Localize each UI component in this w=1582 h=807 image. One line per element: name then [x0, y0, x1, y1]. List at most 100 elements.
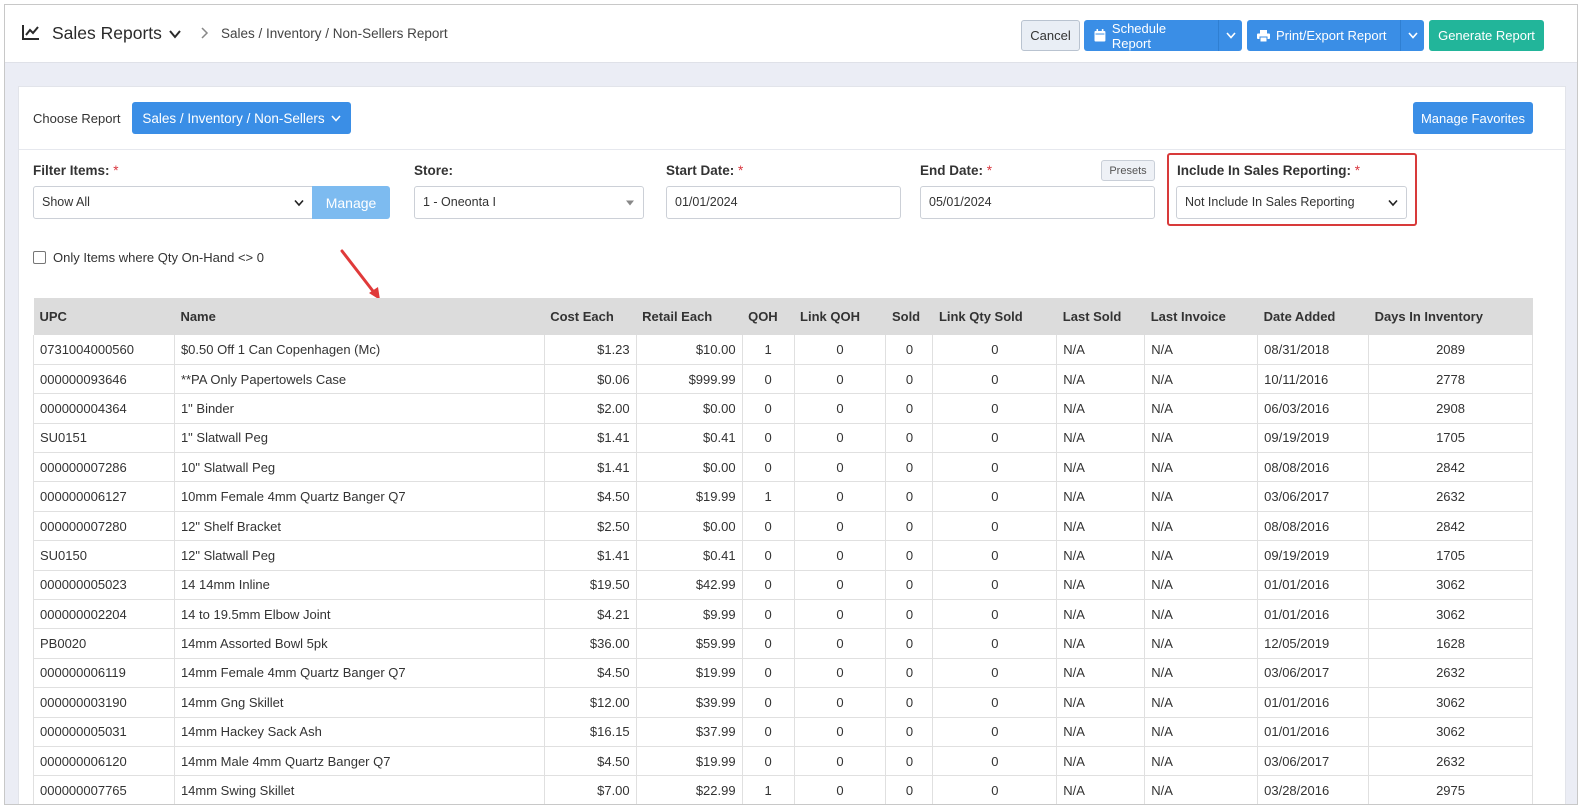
table-row[interactable]: 000000093646 **PA Only Papertowels Case $0…	[33, 364, 1533, 395]
days-in-inventory-cell: 1705	[1368, 423, 1533, 454]
cancel-button[interactable]: Cancel	[1021, 20, 1080, 51]
sold-cell: 0	[885, 481, 934, 512]
days-in-inventory-cell: 1705	[1368, 540, 1533, 571]
chevron-down-icon	[331, 115, 341, 122]
cost-each-cell: $4.50	[544, 746, 637, 777]
days-in-inventory-cell: 2975	[1368, 775, 1533, 804]
sold-cell: 0	[885, 717, 934, 747]
upc-cell: SU0151	[33, 423, 175, 454]
table-row[interactable]: SU0151 1" Slatwall Peg $1.41 $0.41 0 0 0 0 N/A N/…	[33, 423, 1533, 454]
last-sold-cell: N/A	[1056, 746, 1146, 777]
cost-each-cell: $1.23	[544, 335, 637, 365]
col-sold[interactable]: Sold	[885, 298, 933, 335]
upc-cell: 000000004364	[33, 393, 175, 424]
last-sold-cell: N/A	[1056, 570, 1146, 601]
retail-each-cell: $19.99	[636, 746, 743, 777]
qty-on-hand-checkbox[interactable]	[33, 251, 46, 264]
retail-each-cell: $22.99	[636, 775, 743, 804]
link-qty-sold-cell: 0	[932, 335, 1058, 365]
presets-button[interactable]: Presets	[1101, 160, 1155, 181]
col-last-invoice[interactable]: Last Invoice	[1144, 298, 1258, 335]
retail-each-cell: $19.99	[636, 481, 743, 512]
days-in-inventory-cell: 2632	[1368, 658, 1533, 689]
manage-favorites-button[interactable]: Manage Favorites	[1413, 102, 1533, 134]
col-qoh[interactable]: QOH	[742, 298, 795, 335]
generate-report-button[interactable]: Generate Report	[1429, 20, 1544, 51]
last-invoice-cell: N/A	[1144, 511, 1259, 542]
retail-each-cell: $0.00	[636, 511, 743, 542]
days-in-inventory-cell: 3062	[1368, 570, 1533, 601]
cost-each-cell: $0.06	[544, 364, 637, 395]
link-qty-sold-cell: 0	[932, 746, 1058, 777]
filter-items-label: Filter Items: *	[33, 163, 119, 178]
days-in-inventory-cell: 2842	[1368, 511, 1533, 542]
schedule-report-label: Schedule Report	[1111, 20, 1167, 51]
name-cell: 14mm Male 4mm Quartz Banger Q7	[174, 746, 545, 777]
retail-each-cell: $37.99	[636, 717, 743, 747]
link-qoh-cell: 0	[794, 717, 887, 747]
days-in-inventory-cell: 1628	[1368, 628, 1533, 659]
schedule-report-main[interactable]: Schedule Report	[1084, 20, 1218, 51]
name-cell: 14mm Gng Skillet	[174, 687, 545, 718]
print-export-button[interactable]: Print/Export Report	[1247, 20, 1424, 51]
days-in-inventory-cell: 2632	[1368, 746, 1533, 777]
upc-cell: 000000093646	[33, 364, 175, 395]
date-added-cell: 09/19/2019	[1257, 423, 1370, 454]
qty-on-hand-label: Only Items where Qty On-Hand <> 0	[53, 250, 264, 265]
qty-on-hand-filter[interactable]: Only Items where Qty On-Hand <> 0	[33, 250, 264, 265]
manage-button[interactable]: Manage	[312, 186, 390, 219]
print-dropdown-toggle[interactable]	[1400, 20, 1424, 51]
store-select[interactable]: 1 - Oneonta I	[414, 186, 644, 219]
date-added-cell: 03/06/2017	[1257, 746, 1370, 777]
col-cost-each[interactable]: Cost Each	[544, 298, 637, 335]
table-row[interactable]: 000000006127 10mm Female 4mm Quartz Bange…	[33, 481, 1533, 512]
col-retail-each[interactable]: Retail Each	[636, 298, 743, 335]
table-header-row: UPC Name Cost Each Retail Each QOH Link …	[33, 298, 1533, 335]
include-sales-select[interactable]: Not Include In Sales Reporting	[1176, 186, 1407, 219]
table-row[interactable]: 000000006119 14mm Female 4mm Quartz Bange…	[33, 658, 1533, 689]
table-row[interactable]: 000000005031 14mm Hackey Sack Ash $16.15 $3…	[33, 717, 1533, 747]
schedule-dropdown-toggle[interactable]	[1218, 20, 1242, 51]
qoh-cell: 1	[742, 335, 795, 365]
chevron-down-icon[interactable]	[168, 27, 182, 41]
retail-each-cell: $999.99	[636, 364, 743, 395]
table-row[interactable]: 000000005023 14 14mm Inline $19.50 $42.99 0 0…	[33, 570, 1533, 601]
sold-cell: 0	[885, 511, 934, 542]
col-date-added[interactable]: Date Added	[1257, 298, 1369, 335]
sold-cell: 0	[885, 628, 934, 659]
col-last-sold[interactable]: Last Sold	[1056, 298, 1145, 335]
col-link-qoh[interactable]: Link QOH	[794, 298, 886, 335]
table-row[interactable]: 000000002204 14 to 19.5mm Elbow Joint $4.2…	[33, 599, 1533, 630]
col-upc[interactable]: UPC	[33, 298, 175, 335]
sold-cell: 0	[885, 540, 934, 571]
print-export-main[interactable]: Print/Export Report	[1247, 20, 1400, 51]
table-row[interactable]: 000000004364 1" Binder $2.00 $0.00 0 0 0 0 N/A N/…	[33, 393, 1533, 424]
table-row[interactable]: 000000007280 12" Shelf Bracket $2.50 $0.00 0…	[33, 511, 1533, 542]
start-date-input[interactable]: 01/01/2024	[666, 186, 901, 219]
table-row[interactable]: 0731004000560 $0.50 Off 1 Can Copenhagen …	[33, 335, 1533, 365]
caret-down-icon	[626, 200, 634, 206]
choose-report-dropdown[interactable]: Sales / Inventory / Non-Sellers	[132, 102, 351, 134]
link-qoh-cell: 0	[794, 599, 887, 630]
date-added-cell: 03/06/2017	[1257, 658, 1370, 689]
table-row[interactable]: 000000007286 10" Slatwall Peg $1.41 $0.00 0 0…	[33, 452, 1533, 483]
schedule-report-button[interactable]: Schedule Report	[1084, 20, 1242, 51]
col-link-qty-sold[interactable]: Link Qty Sold	[932, 298, 1057, 335]
choose-report-value: Sales / Inventory / Non-Sellers	[142, 110, 325, 126]
date-added-cell: 01/01/2016	[1257, 570, 1370, 601]
table-row[interactable]: 000000007765 14mm Swing Skillet $7.00 $22.9…	[33, 775, 1533, 804]
retail-each-cell: $9.99	[636, 599, 743, 630]
table-row[interactable]: PB0020 14mm Assorted Bowl 5pk $36.00 $59.99…	[33, 628, 1533, 659]
table-row[interactable]: SU0150 12" Slatwall Peg $1.41 $0.41 0 0 0 0 N/A N…	[33, 540, 1533, 571]
link-qty-sold-cell: 0	[932, 393, 1058, 424]
last-invoice-cell: N/A	[1144, 658, 1259, 689]
filter-items-select[interactable]: Show All	[33, 186, 313, 219]
col-name[interactable]: Name	[174, 298, 545, 335]
date-added-cell: 03/06/2017	[1257, 481, 1370, 512]
end-date-input[interactable]: 05/01/2024	[920, 186, 1155, 219]
table-row[interactable]: 000000006120 14mm Male 4mm Quartz Banger …	[33, 746, 1533, 777]
table-row[interactable]: 000000003190 14mm Gng Skillet $12.00 $39.99…	[33, 687, 1533, 718]
calendar-icon	[1094, 29, 1106, 42]
col-days-in-inventory[interactable]: Days In Inventory	[1368, 298, 1533, 335]
cost-each-cell: $1.41	[544, 452, 637, 483]
